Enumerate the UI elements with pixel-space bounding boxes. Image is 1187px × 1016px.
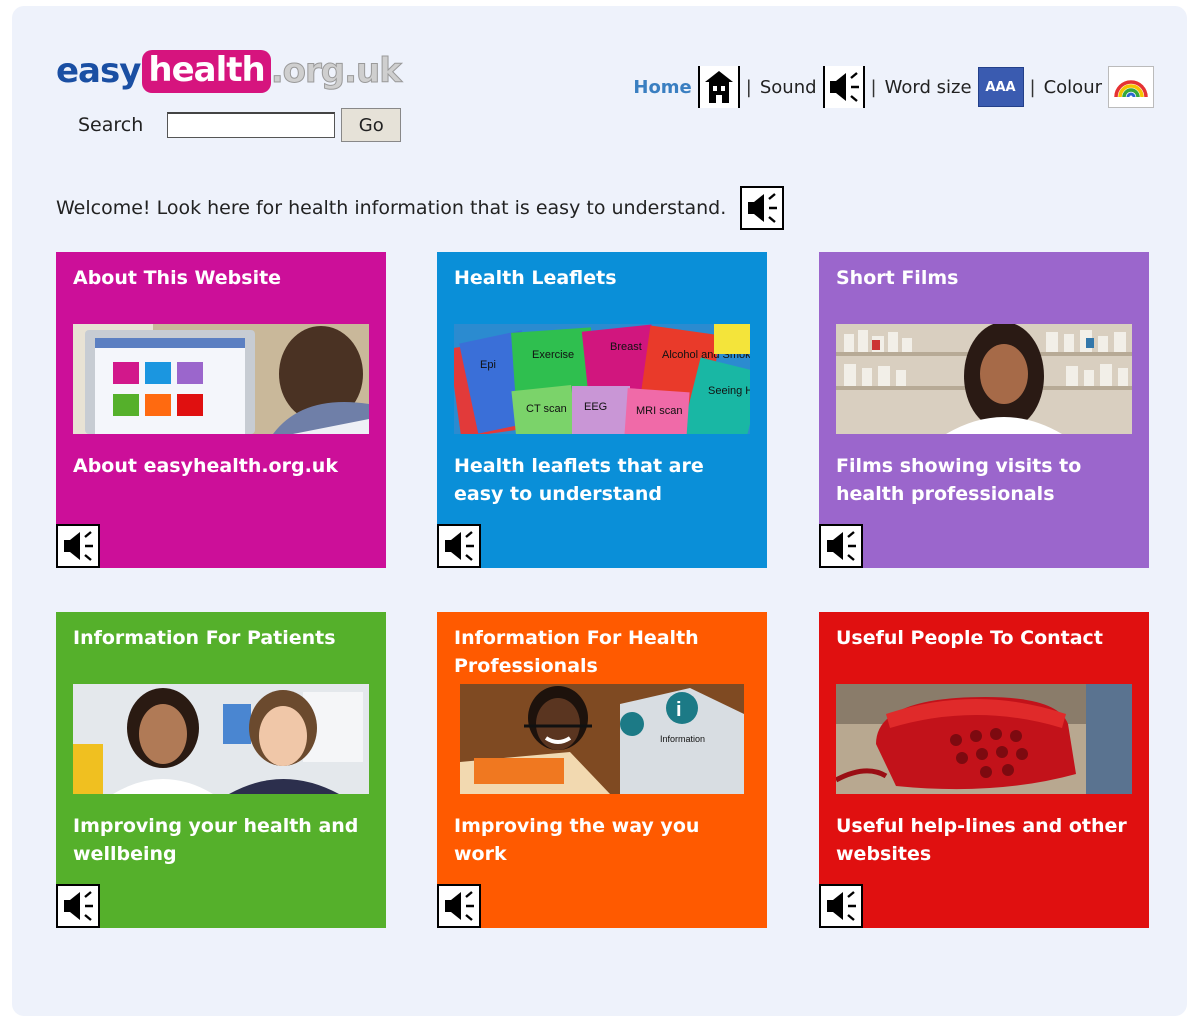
tile-speaker-icon[interactable] — [437, 524, 481, 568]
welcome-speaker-icon[interactable] — [740, 186, 785, 230]
search-label: Search — [78, 114, 144, 136]
word-size-label: Word size — [884, 76, 972, 98]
leaflet-label: EEG — [584, 401, 607, 413]
word-size-aaa-icon[interactable]: AAA — [977, 67, 1024, 107]
tile-description: Health leaflets that are easy to underst… — [454, 455, 704, 505]
tile-about-website[interactable]: About This Website About easyhealth.org.… — [56, 252, 386, 568]
computer-photo — [73, 324, 369, 434]
tile-description: Improving the way you work — [454, 815, 700, 865]
leaflet-label: MRI scan — [636, 405, 682, 417]
tile-title: Information For Health Professionals — [454, 627, 699, 677]
tile-description: Improving your health and wellbeing — [73, 815, 359, 865]
tile-title: Health Leaflets — [454, 267, 617, 289]
professional-photo: i Information — [460, 684, 744, 794]
pharmacist-photo — [836, 324, 1132, 434]
site-logo[interactable]: easy health .org.uk — [56, 46, 402, 96]
colour-label: Colour — [1043, 76, 1102, 98]
tile-title: Information For Patients — [73, 627, 336, 649]
logo-domain: .org.uk — [270, 51, 402, 92]
tile-information-patients[interactable]: Information For Patients Improving your … — [56, 612, 386, 928]
welcome-text: Welcome! Look here for health informatio… — [56, 197, 727, 219]
patients-photo — [73, 684, 369, 794]
accessibility-nav: Home | Sound | Word size AAA | Colour — [633, 64, 1154, 110]
tile-information-health-professionals[interactable]: Information For Health Professionals i I… — [437, 612, 767, 928]
svg-text:i: i — [676, 699, 682, 721]
tile-short-films[interactable]: Short Films Films showing visits to heal… — [819, 252, 1149, 568]
sign-label: Information — [660, 734, 705, 744]
sound-speaker-icon[interactable] — [822, 66, 865, 108]
tile-speaker-icon[interactable] — [819, 884, 863, 928]
leaflet-label: CT scan — [526, 403, 567, 415]
home-link[interactable]: Home — [633, 77, 691, 98]
nav-separator: | — [745, 76, 752, 98]
sound-label: Sound — [759, 76, 817, 98]
logo-easy: easy — [56, 51, 141, 91]
home-icon[interactable] — [697, 66, 740, 108]
tile-health-leaflets[interactable]: Health Leaflets Epi Exercise Breast Alco… — [437, 252, 767, 568]
leaflets-photo: Epi Exercise Breast Alcohol and Smok See… — [454, 324, 750, 434]
nav-separator: | — [1029, 76, 1036, 98]
telephone-photo — [836, 684, 1132, 794]
logo-health: health — [142, 49, 271, 93]
leaflet-label: Seeing Hearin — [708, 385, 750, 397]
search-bar: Search Go — [78, 108, 402, 142]
tile-description: Useful help-lines and other websites — [836, 815, 1127, 865]
leaflet-label: Breast — [610, 341, 642, 353]
tile-useful-people-contact[interactable]: Useful People To Contact Useful help-lin… — [819, 612, 1149, 928]
tile-description: Films showing visits to health professio… — [836, 455, 1082, 505]
tile-description: About easyhealth.org.uk — [73, 455, 338, 477]
search-input[interactable] — [167, 112, 336, 138]
leaflet-label: Exercise — [532, 349, 574, 361]
rainbow-icon[interactable] — [1108, 66, 1154, 108]
search-go-button[interactable]: Go — [341, 108, 402, 142]
leaflet-label: Epi — [480, 359, 496, 371]
welcome-message: Welcome! Look here for health informatio… — [56, 186, 785, 230]
tile-speaker-icon[interactable] — [56, 524, 100, 568]
tile-speaker-icon[interactable] — [437, 884, 481, 928]
tile-title: About This Website — [73, 267, 282, 289]
nav-separator: | — [870, 76, 877, 98]
tile-speaker-icon[interactable] — [56, 884, 100, 928]
tile-title: Short Films — [836, 267, 959, 289]
tile-title: Useful People To Contact — [836, 627, 1103, 649]
tile-speaker-icon[interactable] — [819, 524, 863, 568]
